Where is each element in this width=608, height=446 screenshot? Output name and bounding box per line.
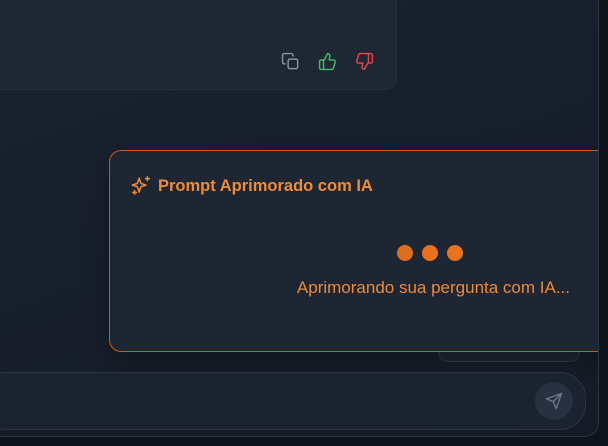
- thumbs-up-icon[interactable]: [318, 52, 337, 71]
- send-button[interactable]: [535, 382, 573, 420]
- loading-dot: [397, 245, 413, 261]
- ai-panel-title: Prompt Aprimorado com IA: [158, 176, 373, 195]
- ai-panel-header: Prompt Aprimorado com IA: [130, 175, 373, 197]
- assistant-message-card: [0, 0, 397, 90]
- chat-window: Prompt Aprimorado com IA Aprimorando sua…: [0, 0, 599, 437]
- copy-icon[interactable]: [281, 52, 300, 71]
- loading-dot: [422, 245, 438, 261]
- ai-status-text: Aprimorando sua pergunta com IA...: [296, 278, 570, 297]
- loading-dot: [447, 245, 463, 261]
- sparkles-icon: [130, 175, 152, 197]
- message-composer: [0, 372, 586, 430]
- thumbs-down-icon[interactable]: [355, 52, 374, 71]
- loading-indicator: [397, 245, 463, 261]
- send-icon: [545, 392, 563, 410]
- message-input[interactable]: [11, 387, 515, 415]
- message-actions: [281, 52, 374, 71]
- ai-enhanced-prompt-panel: Prompt Aprimorado com IA Aprimorando sua…: [109, 150, 598, 352]
